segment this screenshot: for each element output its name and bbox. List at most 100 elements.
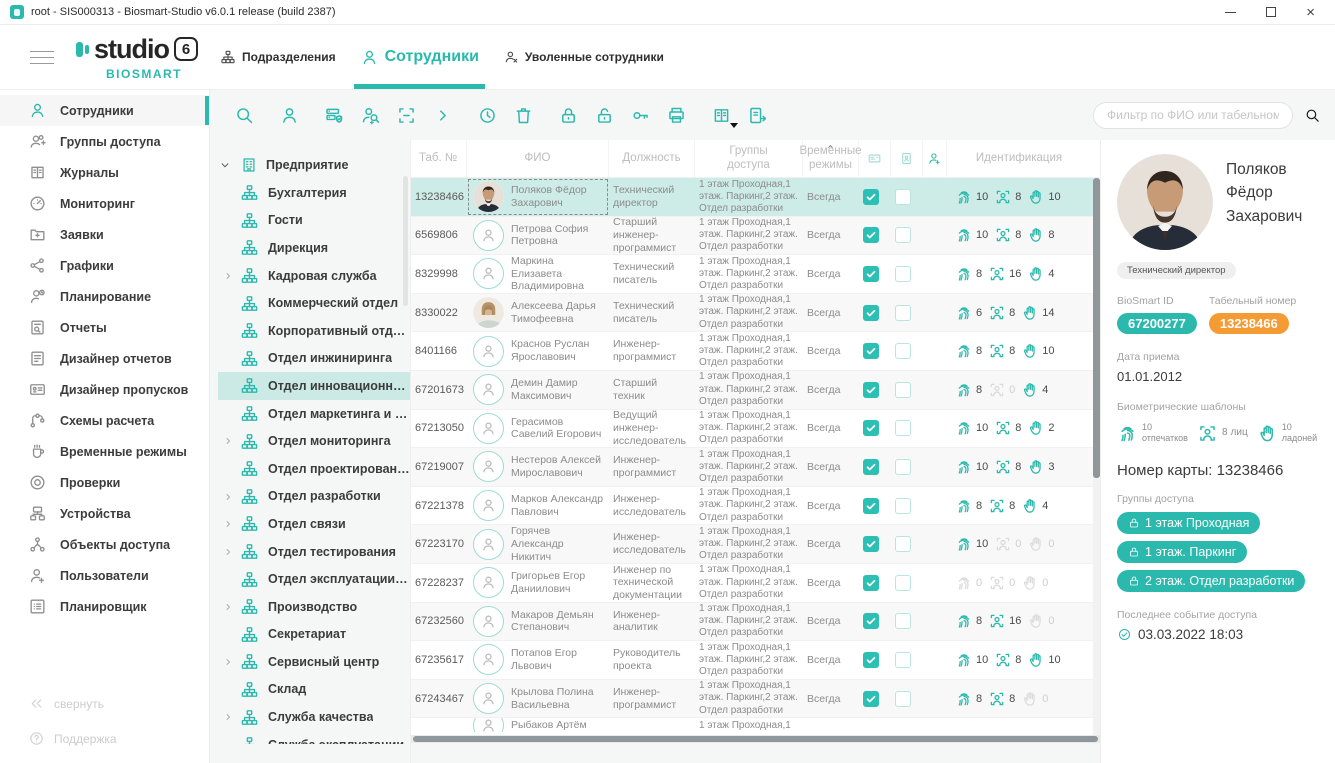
blocked-checkbox[interactable] [895, 189, 911, 205]
toolbar-search-icon[interactable] [234, 105, 255, 126]
access-enabled-checkbox[interactable] [863, 575, 879, 591]
toolbar-doc-export-icon[interactable] [747, 105, 768, 126]
table-row[interactable]: 6569806 Петрова София Петровна Старший и… [411, 217, 1100, 256]
column-header-position[interactable]: Должность [609, 140, 695, 177]
tree-item[interactable]: Отдел связи [218, 510, 410, 538]
toolbar-scan-icon[interactable] [396, 105, 417, 126]
sidebar-item-scheduler[interactable]: Планировщик [0, 591, 209, 622]
tree-item[interactable]: Отдел инновационных ... [218, 372, 410, 400]
access-enabled-checkbox[interactable] [863, 536, 879, 552]
tab-departments[interactable]: Подразделения [220, 25, 336, 89]
tree-item[interactable]: Гости [218, 207, 410, 235]
tree-item[interactable]: Сервисный центр [218, 648, 410, 676]
table-row[interactable]: 67228237 Григорьев Егор Даниилович Инжен… [411, 564, 1100, 603]
minimize-button[interactable] [1225, 12, 1236, 13]
table-row[interactable]: 8330022 Алексеева Дарья Тимофеевна Техни… [411, 294, 1100, 333]
toolbar-printer-icon[interactable] [666, 105, 687, 126]
toolbar-person-search-icon[interactable] [360, 105, 381, 126]
close-button[interactable]: × [1306, 5, 1315, 20]
access-enabled-checkbox[interactable] [863, 459, 879, 475]
tree-item[interactable]: Дирекция [218, 234, 410, 262]
tree-item[interactable]: Отдел инжиниринга [218, 345, 410, 373]
access-enabled-checkbox[interactable] [863, 652, 879, 668]
filter-search-icon[interactable] [1304, 107, 1321, 124]
toolbar-history-icon[interactable] [477, 105, 498, 126]
blocked-checkbox[interactable] [895, 536, 911, 552]
sidebar-item-calc-schemes[interactable]: Схемы расчета [0, 405, 209, 436]
sidebar-item-access-objects[interactable]: Объекты доступа [0, 529, 209, 560]
tree-item[interactable]: Служба эксплуатации [218, 731, 410, 744]
column-header-tab-no[interactable]: Таб. № [411, 140, 467, 177]
blocked-checkbox[interactable] [895, 305, 911, 321]
sidebar-item-planning[interactable]: Планирование [0, 281, 209, 312]
sidebar-item-access-groups[interactable]: Группы доступа [0, 126, 209, 157]
tree-root-enterprise[interactable]: Предприятие [218, 150, 410, 179]
blocked-checkbox[interactable] [895, 266, 911, 282]
maximize-button[interactable] [1266, 7, 1276, 17]
column-header-time-modes[interactable]: Временные режимы [803, 140, 859, 177]
tree-item[interactable]: Коммерческий отдел [218, 289, 410, 317]
menu-icon[interactable] [30, 46, 54, 69]
access-enabled-checkbox[interactable] [863, 305, 879, 321]
tree-item[interactable]: Склад [218, 676, 410, 704]
toolbar-key-icon[interactable] [630, 105, 651, 126]
tree-item[interactable]: Служба качества [218, 703, 410, 731]
access-enabled-checkbox[interactable] [863, 691, 879, 707]
tree-item[interactable]: Кадровая служба [218, 262, 410, 290]
blocked-checkbox[interactable] [895, 498, 911, 514]
table-row[interactable]: 13238466 Поляков Фёдор Захарович Техниче… [411, 178, 1100, 217]
tree-item[interactable]: Производство [218, 593, 410, 621]
table-row[interactable]: 8329998 Маркина Елизавета Владимировна Т… [411, 255, 1100, 294]
access-enabled-checkbox[interactable] [863, 420, 879, 436]
access-enabled-checkbox[interactable] [863, 227, 879, 243]
tree-item[interactable]: Отдел проектирования [218, 455, 410, 483]
column-header-operator[interactable] [923, 140, 947, 177]
column-header-fio[interactable]: ФИО [467, 140, 609, 177]
toolbar-trash-icon[interactable] [513, 105, 534, 126]
table-row[interactable]: 8401166 Краснов Руслан Ярославович Инжен… [411, 332, 1100, 371]
table-row[interactable]: 67213050 Герасимов Савелий Егорович Веду… [411, 410, 1100, 449]
table-row[interactable]: 67232560 Макаров Демьян Степанович Инжен… [411, 603, 1100, 642]
tab-employees[interactable]: Сотрудники [360, 25, 479, 89]
toolbar-lock-icon[interactable] [558, 105, 579, 126]
sidebar-item-users[interactable]: Пользователи [0, 560, 209, 591]
vertical-scrollbar[interactable] [1093, 178, 1100, 735]
blocked-checkbox[interactable] [895, 382, 911, 398]
tree-item[interactable]: Бухгалтерия [218, 179, 410, 207]
blocked-checkbox[interactable] [895, 459, 911, 475]
access-enabled-checkbox[interactable] [863, 266, 879, 282]
tree-item[interactable]: Отдел тестирования [218, 538, 410, 566]
tab-dismissed[interactable]: Уволенные сотрудники [503, 25, 664, 89]
sidebar-item-checks[interactable]: Проверки [0, 467, 209, 498]
toolbar-device-check-icon[interactable] [324, 105, 345, 126]
toolbar-person-icon[interactable] [279, 105, 300, 126]
blocked-checkbox[interactable] [895, 420, 911, 436]
sidebar-item-requests[interactable]: Заявки [0, 219, 209, 250]
column-header-groups[interactable]: Группы доступа [695, 140, 803, 177]
sidebar-item-schedules[interactable]: Графики [0, 250, 209, 281]
sidebar-item-pass-designer[interactable]: Дизайнер пропусков [0, 374, 209, 405]
sidebar-item-reports[interactable]: Отчеты [0, 312, 209, 343]
tree-item[interactable]: Секретариат [218, 621, 410, 649]
tree-item[interactable]: Отдел мониторинга [218, 427, 410, 455]
horizontal-scrollbar[interactable] [411, 735, 1100, 743]
sidebar-item-monitoring[interactable]: Мониторинг [0, 188, 209, 219]
column-header-card[interactable] [859, 140, 891, 177]
tree-item[interactable]: Отдел маркетинга и ре... [218, 400, 410, 428]
sidebar-item-report-designer[interactable]: Дизайнер отчетов [0, 343, 209, 374]
toolbar-book-icon[interactable] [711, 105, 732, 126]
sidebar-item-devices[interactable]: Устройства [0, 498, 209, 529]
tree-item[interactable]: Отдел разработки [218, 483, 410, 511]
table-row[interactable]: 67221378 Марков Александр Павлович Инжен… [411, 487, 1100, 526]
table-row[interactable]: Рыбаков Артём 1 этаж Проходная,1 [411, 718, 1100, 732]
sidebar-item-time-modes[interactable]: Временные режимы [0, 436, 209, 467]
access-enabled-checkbox[interactable] [863, 189, 879, 205]
blocked-checkbox[interactable] [895, 613, 911, 629]
table-row[interactable]: 67223170 Горячев Александр Никитич Инжен… [411, 525, 1100, 564]
tree-item[interactable]: Отдел эксплуатации зд... [218, 565, 410, 593]
column-header-badge[interactable] [891, 140, 923, 177]
access-enabled-checkbox[interactable] [863, 382, 879, 398]
collapse-sidebar-button[interactable]: свернуть [28, 695, 209, 712]
toolbar-unlock-icon[interactable] [594, 105, 615, 126]
sidebar-item-employees[interactable]: Сотрудники [0, 95, 209, 126]
